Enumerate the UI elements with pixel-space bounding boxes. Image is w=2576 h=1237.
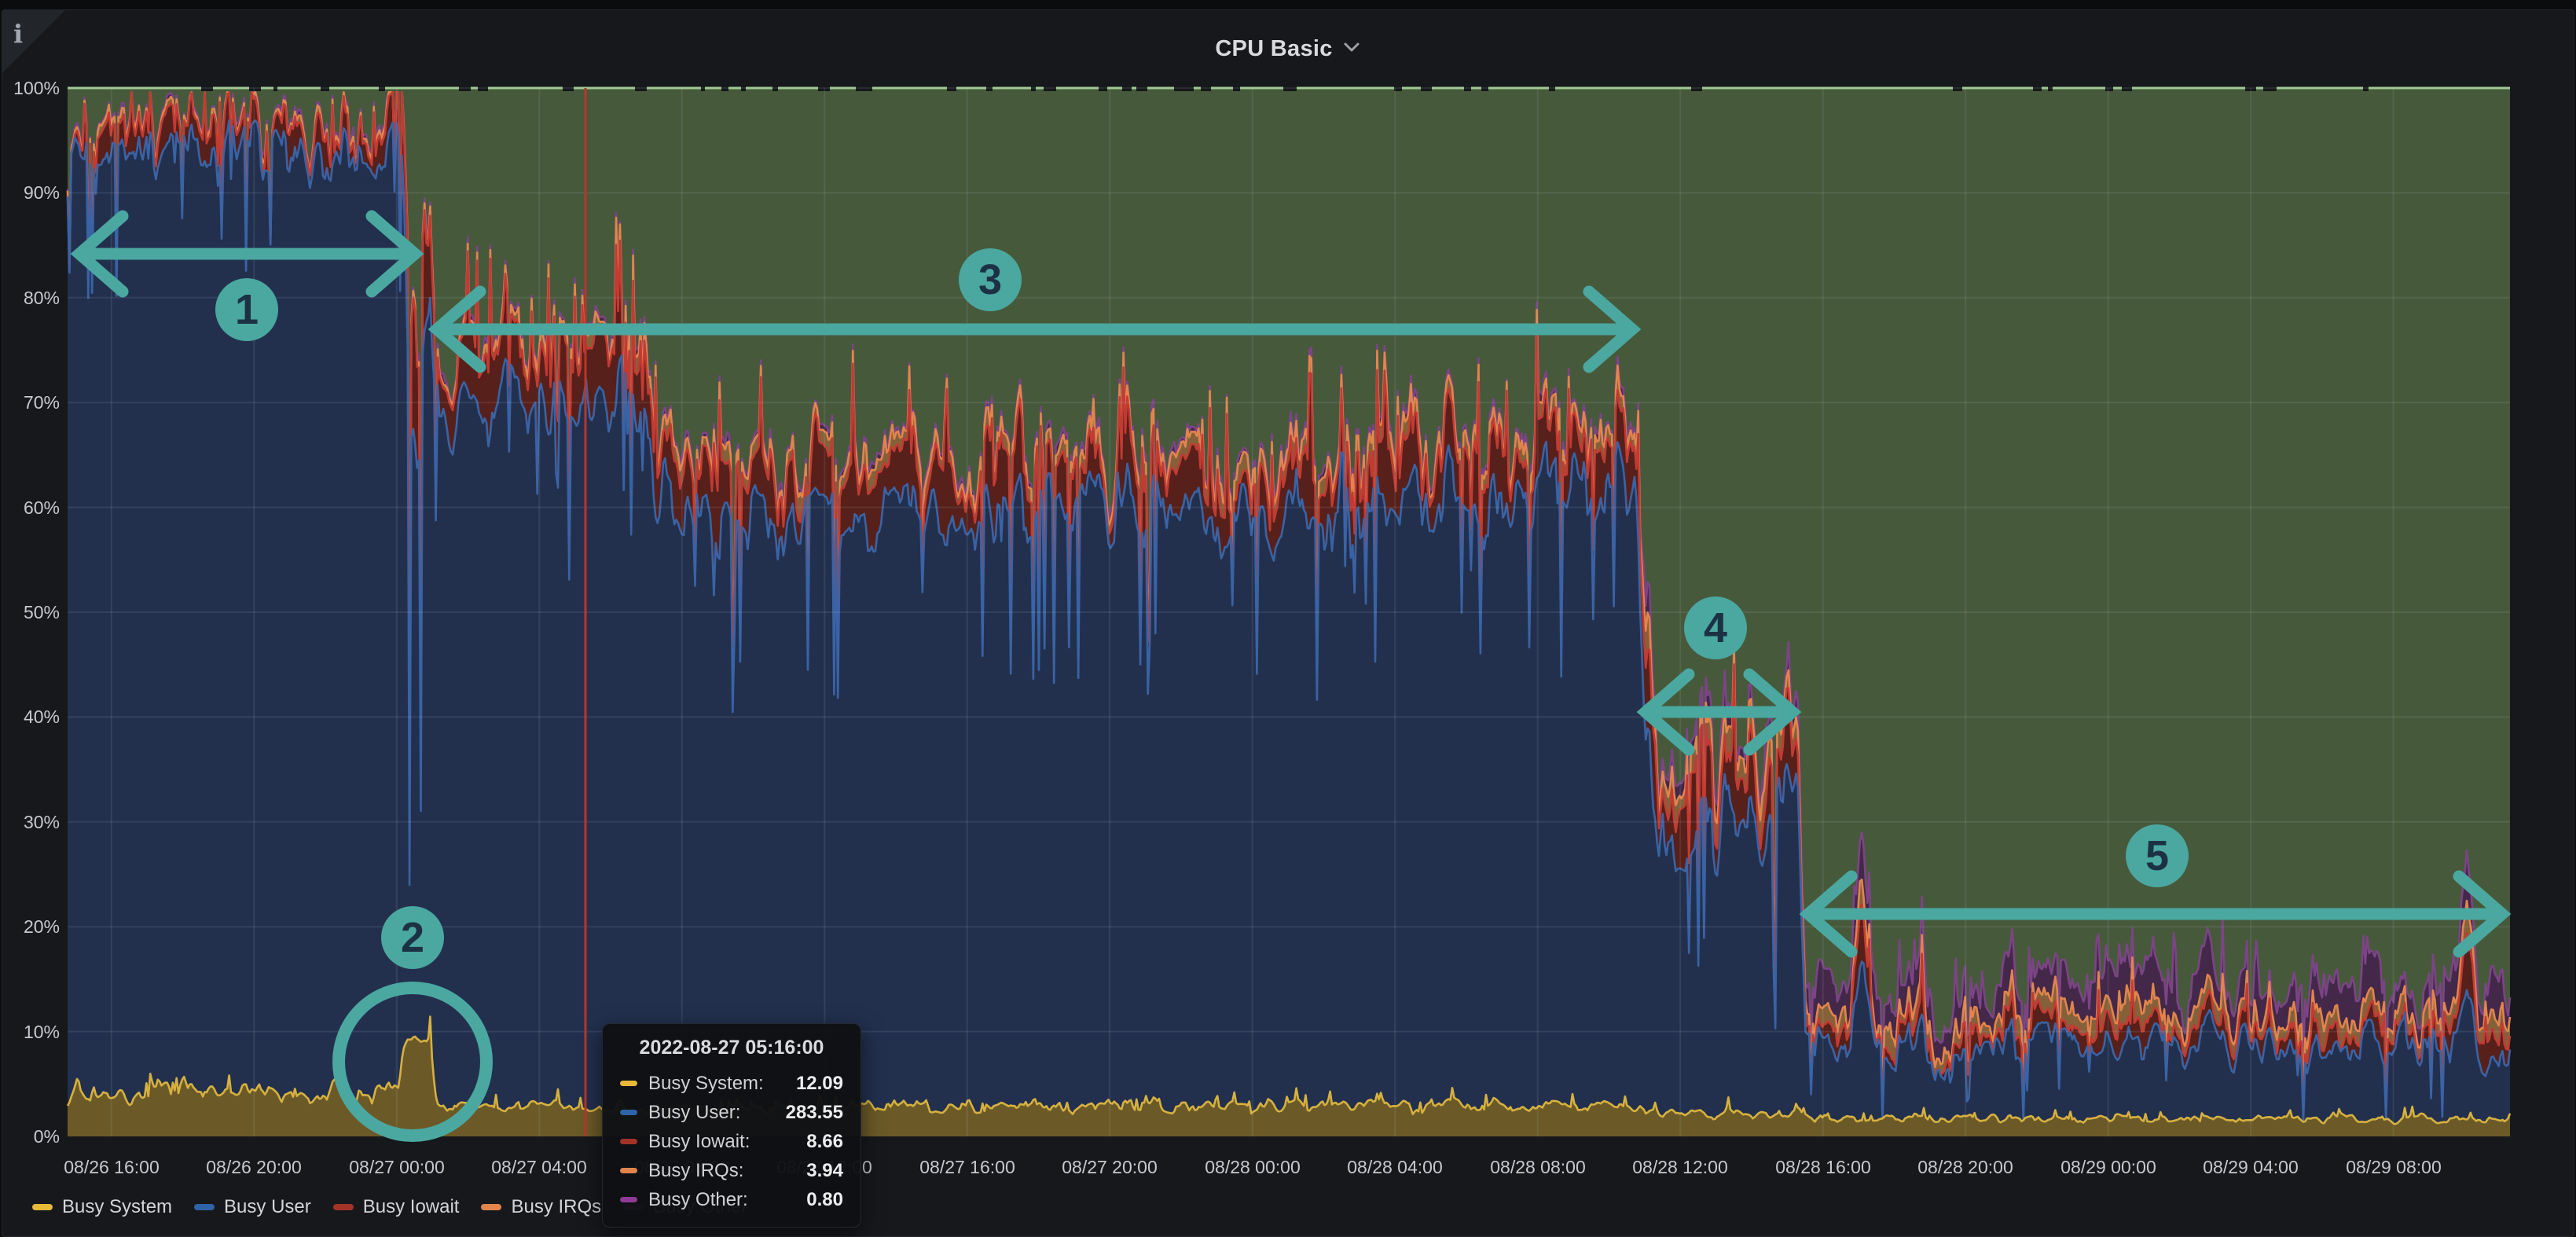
tooltip-series-value: 12.09 <box>796 1073 843 1095</box>
y-axis-label: 90% <box>24 182 60 203</box>
x-axis-label: 08/28 12:00 <box>1632 1157 1728 1177</box>
y-axis-label: 50% <box>24 602 60 622</box>
x-axis-label: 08/28 04:00 <box>1347 1157 1443 1177</box>
legend-marker <box>32 1204 53 1210</box>
legend-label: Busy Iowait <box>363 1196 460 1218</box>
tooltip-timestamp: 2022-08-27 05:16:00 <box>620 1037 843 1059</box>
tooltip-series-marker <box>620 1081 637 1086</box>
annotation-badge-2: 2 <box>381 906 444 969</box>
cpu-usage-chart[interactable]: 100% 90% 80% 70% 60% 50% 40% 30% 20% 10% 0%08/26 1… <box>1 1 2576 1213</box>
tooltip-row: Busy System: 12.09 <box>620 1069 843 1098</box>
x-axis-label: 08/27 20:00 <box>1062 1157 1158 1177</box>
tooltip-series-value: 3.94 <box>806 1160 843 1182</box>
svg-text:2: 2 <box>401 914 424 961</box>
svg-text:1: 1 <box>235 286 259 333</box>
x-axis-label: 08/27 00:00 <box>349 1157 445 1177</box>
tooltip-series-marker <box>620 1197 637 1202</box>
legend-label: Busy System <box>62 1196 172 1218</box>
x-axis-label: 08/29 00:00 <box>2060 1157 2156 1177</box>
y-axis-label: 60% <box>24 497 60 518</box>
y-axis-label: 80% <box>24 288 60 308</box>
x-axis-label: 08/27 16:00 <box>919 1157 1015 1177</box>
y-axis-label: 30% <box>24 812 60 832</box>
x-axis-label: 08/28 16:00 <box>1775 1157 1871 1177</box>
tooltip-series-label: Busy Other: <box>648 1189 748 1211</box>
tooltip-series-label: Busy System: <box>648 1073 764 1095</box>
x-axis-label: 08/29 08:00 <box>2346 1157 2442 1177</box>
x-axis-label: 08/28 20:00 <box>1917 1157 2013 1177</box>
svg-text:3: 3 <box>978 256 1002 303</box>
x-axis-label: 08/27 04:00 <box>491 1157 587 1177</box>
legend-item-busy-user[interactable]: Busy User <box>194 1196 311 1218</box>
legend-item-busy-iowait[interactable]: Busy Iowait <box>333 1196 460 1218</box>
y-axis-label: 0% <box>34 1126 60 1147</box>
legend-label: Busy User <box>224 1196 311 1218</box>
tooltip-series-label: Busy Iowait: <box>648 1131 750 1153</box>
tooltip-series-label: Busy User: <box>648 1102 740 1124</box>
legend-item-busy-irqs[interactable]: Busy IRQs <box>481 1196 601 1218</box>
tooltip-series-marker <box>620 1139 637 1144</box>
x-axis-label: 08/29 04:00 <box>2203 1157 2299 1177</box>
tooltip-series-marker <box>620 1110 637 1115</box>
x-axis-label: 08/26 16:00 <box>64 1157 160 1177</box>
y-axis-label: 20% <box>24 916 60 937</box>
hover-tooltip: 2022-08-27 05:16:00 Busy System:12.09Bus… <box>602 1023 861 1228</box>
legend-marker <box>333 1204 354 1210</box>
y-axis-label: 10% <box>24 1022 60 1042</box>
cpu-basic-panel: i CPU Basic 100%90%80%70%60%50%40%30%20%… <box>2 9 2574 1237</box>
legend-label: Busy IRQs <box>511 1196 601 1218</box>
x-axis-label: 08/26 20:00 <box>206 1157 302 1177</box>
x-axis-label: 08/28 00:00 <box>1205 1157 1301 1177</box>
tooltip-series-value: 283.55 <box>786 1102 843 1124</box>
annotation-badge-5: 5 <box>2126 824 2189 887</box>
tooltip-row: Busy User: 283.55 <box>620 1098 843 1127</box>
grafana-cpu-panel-screenshot: { "panel": { "title": "CPU Basic", "info… <box>0 0 2576 1212</box>
annotation-badge-3: 3 <box>959 248 1022 311</box>
svg-text:5: 5 <box>2145 832 2169 879</box>
tooltip-series-value: 0.80 <box>806 1189 843 1211</box>
annotation-badge-4: 4 <box>1684 596 1747 659</box>
tooltip-series-value: 8.66 <box>806 1131 843 1153</box>
y-axis-label: 70% <box>24 392 60 413</box>
y-axis-label: 100% <box>13 78 60 98</box>
x-axis-label: 08/28 08:00 <box>1490 1157 1586 1177</box>
annotation-badge-1: 1 <box>215 278 278 341</box>
legend-marker <box>481 1204 501 1210</box>
tooltip-row: Busy Other: 0.80 <box>620 1185 843 1214</box>
tooltip-row: Busy IRQs: 3.94 <box>620 1156 843 1185</box>
y-axis-label: 40% <box>24 707 60 727</box>
legend-item-busy-system[interactable]: Busy System <box>32 1196 172 1218</box>
svg-text:4: 4 <box>1704 604 1727 652</box>
tooltip-row: Busy Iowait: 8.66 <box>620 1127 843 1156</box>
legend-marker <box>194 1204 215 1210</box>
tooltip-series-label: Busy IRQs: <box>648 1160 743 1182</box>
tooltip-series-marker <box>620 1168 637 1173</box>
